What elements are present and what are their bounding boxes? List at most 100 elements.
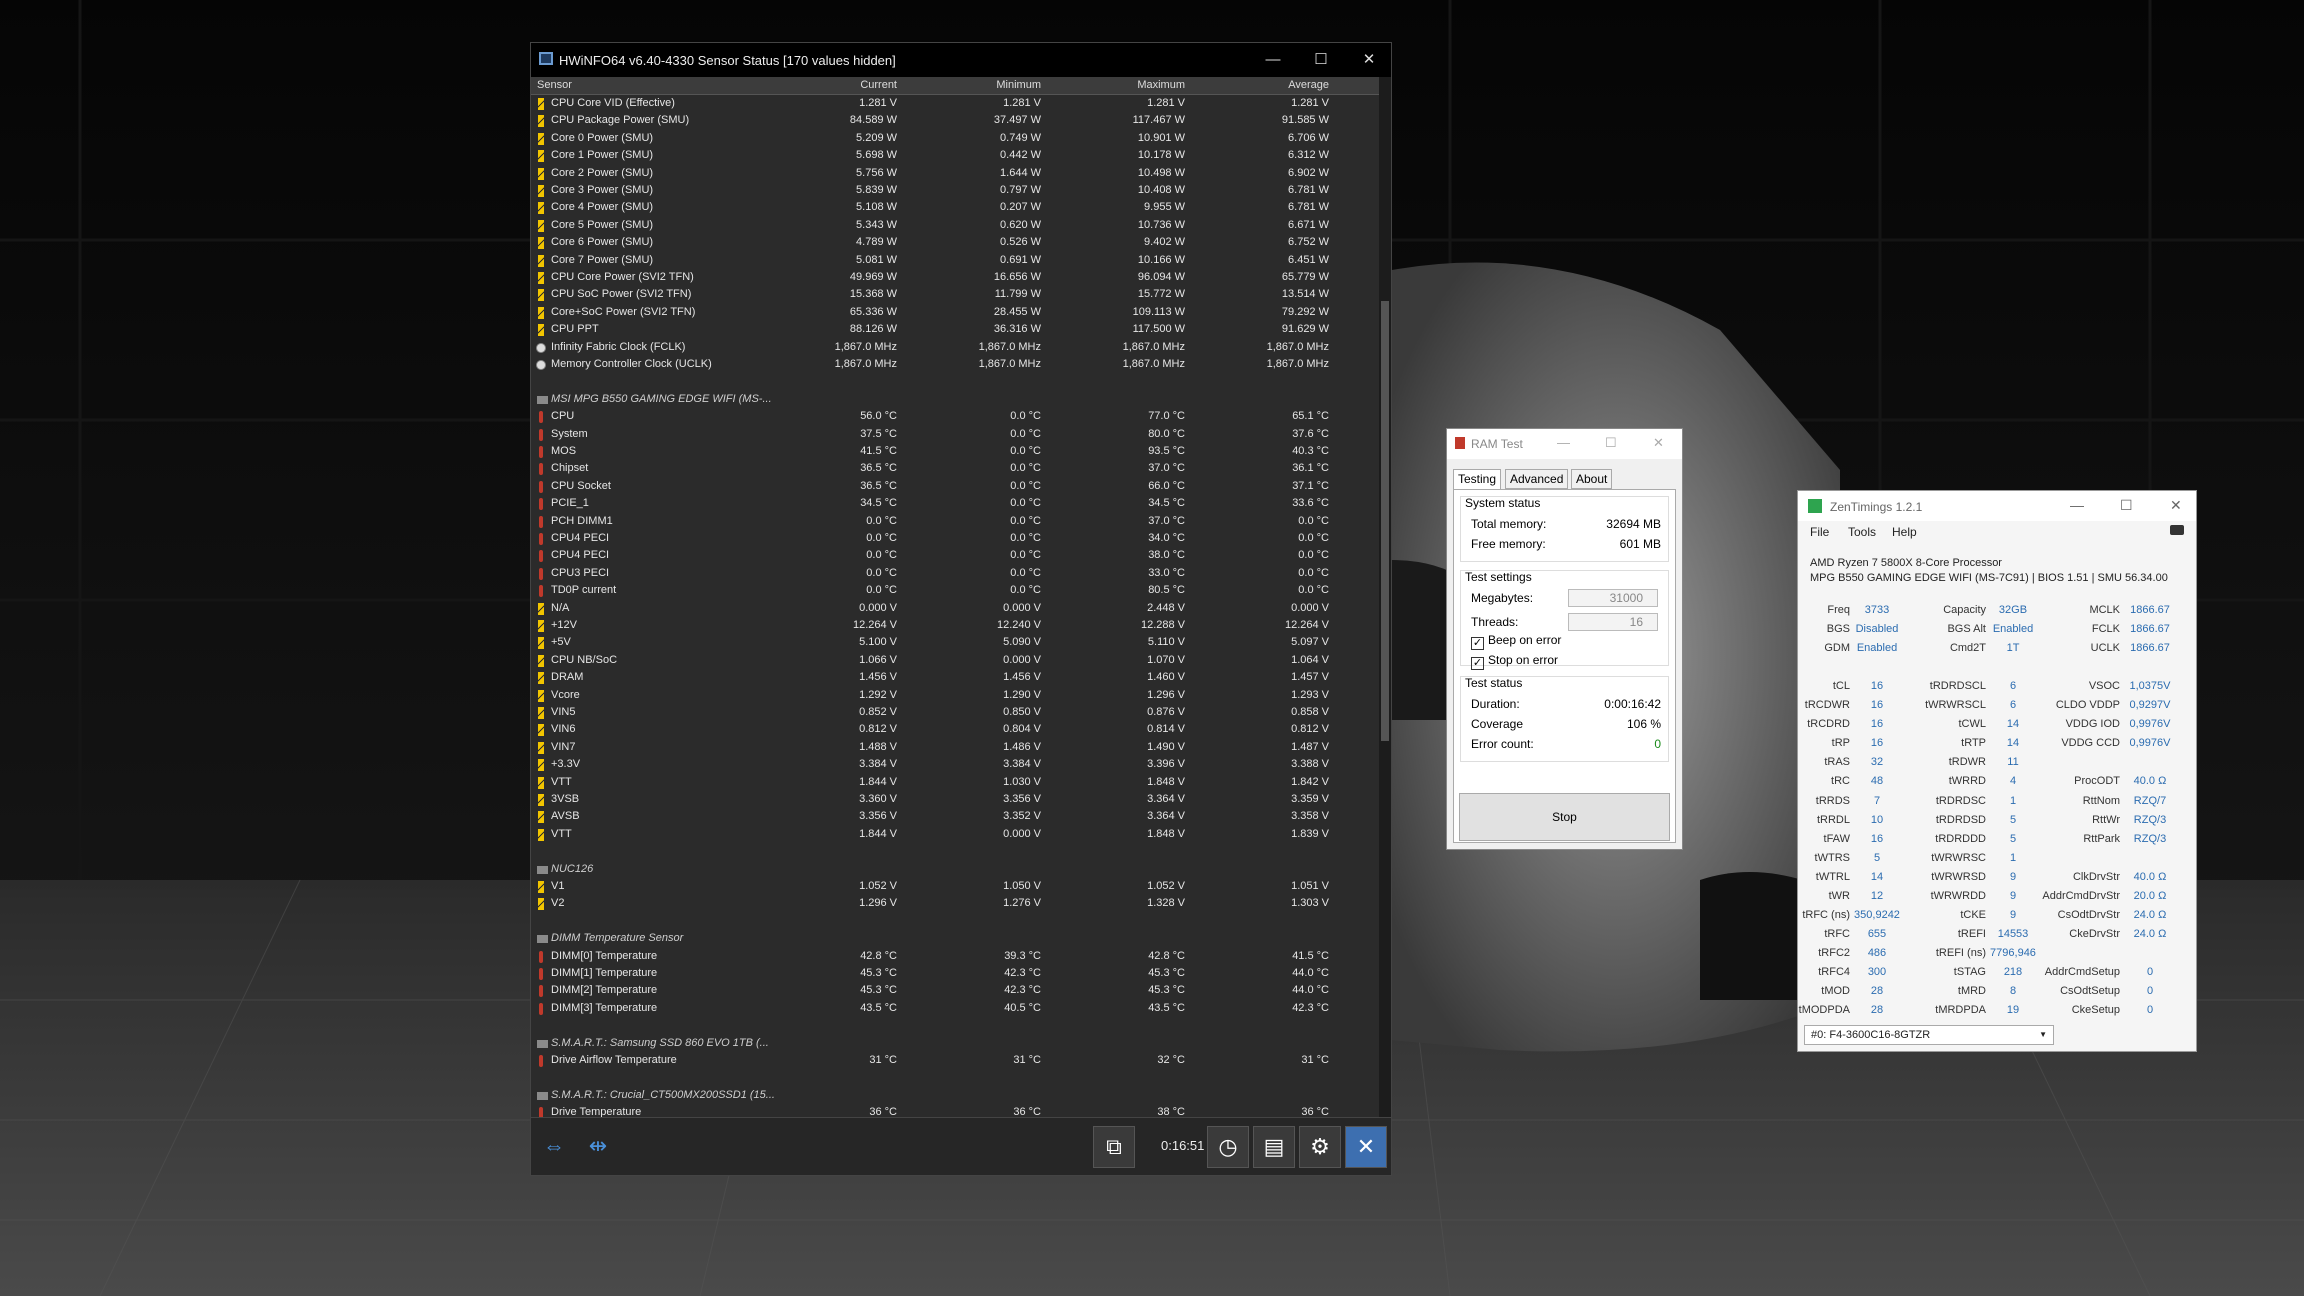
sensor-row[interactable]: PCH DIMM1 0.0 °C 0.0 °C 37.0 °C 0.0 °C bbox=[531, 513, 1381, 530]
sensor-row[interactable]: Memory Controller Clock (UCLK) 1,867.0 MH… bbox=[531, 356, 1381, 373]
col-sensor[interactable]: Sensor bbox=[537, 79, 572, 91]
expand-arrows-icon[interactable]: ⇔ bbox=[535, 1126, 573, 1168]
maximize-button[interactable]: ☐ bbox=[1605, 435, 1617, 451]
close-button[interactable]: ✕ bbox=[1653, 435, 1664, 451]
minimize-button[interactable]: — bbox=[1557, 435, 1570, 450]
sensor-row[interactable]: N/A 0.000 V 0.000 V 2.448 V 0.000 V bbox=[531, 600, 1381, 617]
threads-input[interactable]: 16 bbox=[1568, 613, 1658, 631]
sensor-group-header[interactable]: NUC126 bbox=[531, 861, 1381, 878]
sensor-row[interactable]: Core+SoC Power (SVI2 TFN) 65.336 W 28.455 … bbox=[531, 304, 1381, 321]
sensor-row[interactable]: CPU Socket 36.5 °C 0.0 °C 66.0 °C 37.1 °C bbox=[531, 478, 1381, 495]
col-average[interactable]: Average bbox=[1288, 79, 1329, 91]
report-icon[interactable]: ▤ bbox=[1253, 1126, 1295, 1168]
col-minimum[interactable]: Minimum bbox=[996, 79, 1041, 91]
screenshot-camera-icon[interactable] bbox=[2170, 525, 2184, 535]
sensor-row[interactable]: CPU Core Power (SVI2 TFN) 49.969 W 16.656 … bbox=[531, 269, 1381, 286]
sensor-row[interactable]: Core 7 Power (SMU) 5.081 W 0.691 W 10.166 W… bbox=[531, 252, 1381, 269]
zentimings-titlebar[interactable]: ZenTimings 1.2.1 — ☐ ✕ bbox=[1798, 491, 2196, 521]
maximum-value: 2.448 V bbox=[1147, 601, 1185, 614]
timing-value: 10 bbox=[1870, 813, 1884, 826]
sensor-group-header[interactable]: MSI MPG B550 GAMING EDGE WIFI (MS-... bbox=[531, 391, 1381, 408]
vertical-scrollbar[interactable] bbox=[1379, 77, 1391, 1161]
sensor-group-header[interactable]: S.M.A.R.T.: Crucial_CT500MX200SSD1 (15..… bbox=[531, 1087, 1381, 1104]
sensor-row[interactable]: CPU SoC Power (SVI2 TFN) 15.368 W 11.799 W… bbox=[531, 286, 1381, 303]
sensor-row[interactable]: Core 1 Power (SMU) 5.698 W 0.442 W 10.178 W… bbox=[531, 147, 1381, 164]
sensor-row[interactable]: Infinity Fabric Clock (FCLK) 1,867.0 MHz 1… bbox=[531, 339, 1381, 356]
collapse-arrows-icon[interactable]: ⇹ bbox=[579, 1126, 617, 1168]
sensor-row[interactable]: Core 0 Power (SMU) 5.209 W 0.749 W 10.901 W… bbox=[531, 130, 1381, 147]
sensor-row[interactable]: Drive Airflow Temperature 31 °C 31 °C 32 °C… bbox=[531, 1052, 1381, 1069]
beep-on-error-checkbox[interactable]: ✓ Beep on error bbox=[1471, 633, 1561, 650]
sensor-list[interactable]: CPU Core VID (Effective) 1.281 V 1.281 V 1.… bbox=[531, 95, 1381, 1161]
stop-on-error-checkbox[interactable]: ✓ Stop on error bbox=[1471, 653, 1558, 670]
ramtest-titlebar[interactable]: RAM Test — ☐ ✕ bbox=[1447, 429, 1682, 459]
sensor-row[interactable]: DRAM 1.456 V 1.456 V 1.460 V 1.457 V bbox=[531, 669, 1381, 686]
clock-icon[interactable]: ◷ bbox=[1207, 1126, 1249, 1168]
memory-module-select[interactable]: #0: F4-3600C16-8GTZR ▼ bbox=[1804, 1025, 2054, 1045]
sensor-row[interactable]: TD0P current 0.0 °C 0.0 °C 80.5 °C 0.0 °C bbox=[531, 582, 1381, 599]
hwinfo-titlebar[interactable]: HWiNFO64 v6.40-4330 Sensor Status [170 v… bbox=[531, 43, 1391, 77]
sensor-row[interactable]: Core 4 Power (SMU) 5.108 W 0.207 W 9.955 W 6… bbox=[531, 199, 1381, 216]
sensor-row[interactable]: DIMM[3] Temperature 43.5 °C 40.5 °C 43.5 °C… bbox=[531, 1000, 1381, 1017]
sensor-row[interactable]: VTT 1.844 V 1.030 V 1.848 V 1.842 V bbox=[531, 774, 1381, 791]
tab-advanced[interactable]: Advanced bbox=[1505, 469, 1569, 489]
sensor-name: PCH DIMM1 bbox=[551, 514, 613, 527]
zentimings-app-icon bbox=[1808, 499, 1822, 513]
sensor-row[interactable]: +12V 12.264 V 12.240 V 12.288 V 12.264 V bbox=[531, 617, 1381, 634]
sensor-row[interactable]: System 37.5 °C 0.0 °C 80.0 °C 37.6 °C bbox=[531, 426, 1381, 443]
megabytes-input[interactable]: 31000 bbox=[1568, 589, 1658, 607]
sensor-row[interactable]: 3VSB 3.360 V 3.356 V 3.364 V 3.359 V bbox=[531, 791, 1381, 808]
settings-gear-icon[interactable]: ⚙ bbox=[1299, 1126, 1341, 1168]
sensor-row[interactable]: V2 1.296 V 1.276 V 1.328 V 1.303 V bbox=[531, 895, 1381, 912]
sensor-row[interactable]: V1 1.052 V 1.050 V 1.052 V 1.051 V bbox=[531, 878, 1381, 895]
scrollbar-thumb[interactable] bbox=[1381, 301, 1389, 741]
minimum-value: 0.691 W bbox=[1000, 253, 1041, 266]
sensor-group-header[interactable]: S.M.A.R.T.: Samsung SSD 860 EVO 1TB (... bbox=[531, 1035, 1381, 1052]
sensor-row[interactable]: Core 6 Power (SMU) 4.789 W 0.526 W 9.402 W 6… bbox=[531, 234, 1381, 251]
maximize-button[interactable]: ☐ bbox=[1297, 43, 1345, 77]
sensor-row[interactable]: VIN5 0.852 V 0.850 V 0.876 V 0.858 V bbox=[531, 704, 1381, 721]
minimize-button[interactable]: — bbox=[2070, 497, 2084, 513]
sensor-row[interactable]: Vcore 1.292 V 1.290 V 1.296 V 1.293 V bbox=[531, 687, 1381, 704]
sensor-row[interactable]: VTT 1.844 V 0.000 V 1.848 V 1.839 V bbox=[531, 826, 1381, 843]
menu-file[interactable]: File bbox=[1810, 525, 1829, 539]
sensor-group-header[interactable]: DIMM Temperature Sensor bbox=[531, 930, 1381, 947]
minimum-value: 1.276 V bbox=[1003, 897, 1041, 910]
minimize-button[interactable]: — bbox=[1249, 43, 1297, 77]
maximize-button[interactable]: ☐ bbox=[2120, 497, 2133, 514]
sensor-row[interactable]: +5V 5.100 V 5.090 V 5.110 V 5.097 V bbox=[531, 634, 1381, 651]
menu-tools[interactable]: Tools bbox=[1848, 525, 1876, 539]
sensor-row[interactable]: CPU Core VID (Effective) 1.281 V 1.281 V 1.… bbox=[531, 95, 1381, 112]
col-maximum[interactable]: Maximum bbox=[1137, 79, 1185, 91]
tab-about[interactable]: About bbox=[1571, 469, 1613, 489]
sensor-row[interactable]: CPU PPT 88.126 W 36.316 W 117.500 W 91.629 W bbox=[531, 321, 1381, 338]
close-button[interactable]: ✕ bbox=[1345, 43, 1393, 77]
network-icon[interactable]: ⧉ bbox=[1093, 1126, 1135, 1168]
sensor-row[interactable]: CPU4 PECI 0.0 °C 0.0 °C 38.0 °C 0.0 °C bbox=[531, 547, 1381, 564]
stop-button[interactable]: Stop bbox=[1459, 793, 1670, 841]
sensor-row[interactable]: VIN7 1.488 V 1.486 V 1.490 V 1.487 V bbox=[531, 739, 1381, 756]
sensor-row[interactable]: DIMM[2] Temperature 45.3 °C 42.3 °C 45.3 °C… bbox=[531, 982, 1381, 999]
col-current[interactable]: Current bbox=[860, 79, 897, 91]
sensor-row[interactable]: MOS 41.5 °C 0.0 °C 93.5 °C 40.3 °C bbox=[531, 443, 1381, 460]
sensor-row[interactable]: CPU Package Power (SMU) 84.589 W 37.497 W 1… bbox=[531, 112, 1381, 129]
sensor-row[interactable]: CPU4 PECI 0.0 °C 0.0 °C 34.0 °C 0.0 °C bbox=[531, 530, 1381, 547]
sensor-row[interactable]: VIN6 0.812 V 0.804 V 0.814 V 0.812 V bbox=[531, 721, 1381, 738]
sensor-row[interactable]: PCIE_1 34.5 °C 0.0 °C 34.5 °C 33.6 °C bbox=[531, 495, 1381, 512]
sensor-row[interactable]: CPU3 PECI 0.0 °C 0.0 °C 33.0 °C 0.0 °C bbox=[531, 565, 1381, 582]
sensor-row[interactable]: DIMM[1] Temperature 45.3 °C 42.3 °C 45.3 °C… bbox=[531, 965, 1381, 982]
sensor-row[interactable]: AVSB 3.356 V 3.352 V 3.364 V 3.358 V bbox=[531, 808, 1381, 825]
close-x-icon[interactable]: ✕ bbox=[1345, 1126, 1387, 1168]
sensor-row[interactable]: Core 3 Power (SMU) 5.839 W 0.797 W 10.408 W… bbox=[531, 182, 1381, 199]
sensor-row[interactable]: Core 2 Power (SMU) 5.756 W 1.644 W 10.498 W… bbox=[531, 165, 1381, 182]
sensor-row[interactable]: Chipset 36.5 °C 0.0 °C 37.0 °C 36.1 °C bbox=[531, 460, 1381, 477]
sensor-row[interactable]: CPU NB/SoC 1.066 V 0.000 V 1.070 V 1.064 V bbox=[531, 652, 1381, 669]
sensor-row[interactable]: +3.3V 3.384 V 3.384 V 3.396 V 3.388 V bbox=[531, 756, 1381, 773]
menu-help[interactable]: Help bbox=[1892, 525, 1917, 539]
tab-testing[interactable]: Testing bbox=[1453, 469, 1502, 490]
sensor-row[interactable]: Core 5 Power (SMU) 5.343 W 0.620 W 10.736 W… bbox=[531, 217, 1381, 234]
sensor-row[interactable]: CPU 56.0 °C 0.0 °C 77.0 °C 65.1 °C bbox=[531, 408, 1381, 425]
timing-label: tRDWR bbox=[1948, 756, 1986, 769]
sensor-row[interactable]: DIMM[0] Temperature 42.8 °C 39.3 °C 42.8 °C… bbox=[531, 948, 1381, 965]
close-button[interactable]: ✕ bbox=[2170, 497, 2182, 514]
